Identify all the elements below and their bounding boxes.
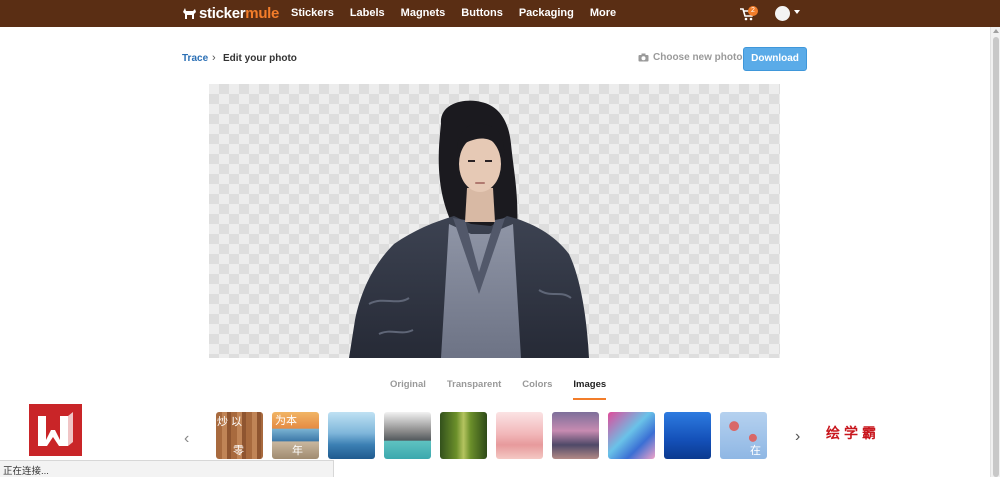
thumb-overlay-text: 在 [750, 445, 761, 457]
thumb-city-street[interactable] [552, 412, 599, 459]
scroll-thumb[interactable] [993, 37, 999, 477]
scroll-up-arrow-icon[interactable] [993, 29, 999, 33]
logo-text-sticker: sticker [199, 5, 246, 22]
stickermule-logo[interactable]: sticker mule [182, 5, 279, 22]
nav-magnets[interactable]: Magnets [401, 7, 446, 19]
page-title: Edit your photo [223, 53, 297, 64]
camera-icon [638, 53, 649, 62]
chevron-left-icon[interactable]: ‹ [184, 430, 189, 448]
browser-status-bar: 正在连接... [0, 460, 334, 477]
tab-transparent[interactable]: Transparent [447, 379, 501, 400]
breadcrumb-trace-link[interactable]: Trace [182, 53, 208, 64]
watermark-text: 绘学霸 [826, 425, 880, 441]
w-logo-icon [38, 412, 73, 446]
choose-new-photo-button[interactable]: Choose new photo [638, 52, 742, 63]
chevron-down-icon[interactable] [794, 10, 800, 14]
thumb-pier-sunset[interactable]: 为本 年 [272, 412, 319, 459]
background-tabs: Original Transparent Colors Images [390, 379, 627, 400]
thumb-pink-hills[interactable] [496, 412, 543, 459]
thumb-watercolor[interactable] [608, 412, 655, 459]
photo-preview-canvas [209, 84, 780, 358]
person-photo [349, 100, 589, 358]
tab-colors[interactable]: Colors [522, 379, 552, 400]
choose-new-photo-label: Choose new photo [653, 52, 743, 63]
tab-images[interactable]: Images [573, 379, 607, 400]
background-image-strip: 炒 以 零 为本 年 在 [216, 412, 768, 460]
nav-links: Stickers Labels Magnets Buttons Packagin… [291, 7, 616, 19]
nav-stickers[interactable]: Stickers [291, 7, 334, 19]
thumb-underwater[interactable] [664, 412, 711, 459]
thumb-mountain-lake[interactable] [384, 412, 431, 459]
logo-text-mule: mule [245, 5, 280, 22]
page: sticker mule Stickers Labels Magnets Butt… [0, 0, 1000, 477]
nav-buttons[interactable]: Buttons [461, 7, 503, 19]
cart-count-badge: 2 [748, 6, 758, 16]
tab-original[interactable]: Original [390, 379, 426, 400]
download-button[interactable]: Download [743, 47, 807, 71]
thumb-blue-mountains[interactable] [328, 412, 375, 459]
thumb-overlay-text: 零 [233, 445, 244, 457]
w-brand-logo [29, 404, 82, 456]
vertical-scrollbar[interactable] [990, 27, 1000, 477]
nav-labels[interactable]: Labels [350, 7, 385, 19]
top-navbar: sticker mule Stickers Labels Magnets Butt… [0, 0, 1000, 27]
thumb-wood-texture[interactable]: 炒 以 零 [216, 412, 263, 459]
user-avatar[interactable] [775, 6, 790, 21]
thumb-overlay-text: 年 [292, 445, 303, 457]
nav-more[interactable]: More [590, 7, 616, 19]
thumb-green-forest[interactable] [440, 412, 487, 459]
thumb-overlay-text: 为本 [275, 415, 297, 427]
thumb-floral-pattern[interactable]: 在 [720, 412, 767, 459]
thumb-overlay-text: 炒 以 [217, 416, 243, 428]
nav-packaging[interactable]: Packaging [519, 7, 574, 19]
chevron-right-icon[interactable]: › [795, 428, 800, 446]
mule-icon [183, 8, 196, 19]
breadcrumb-separator: › [212, 52, 216, 64]
